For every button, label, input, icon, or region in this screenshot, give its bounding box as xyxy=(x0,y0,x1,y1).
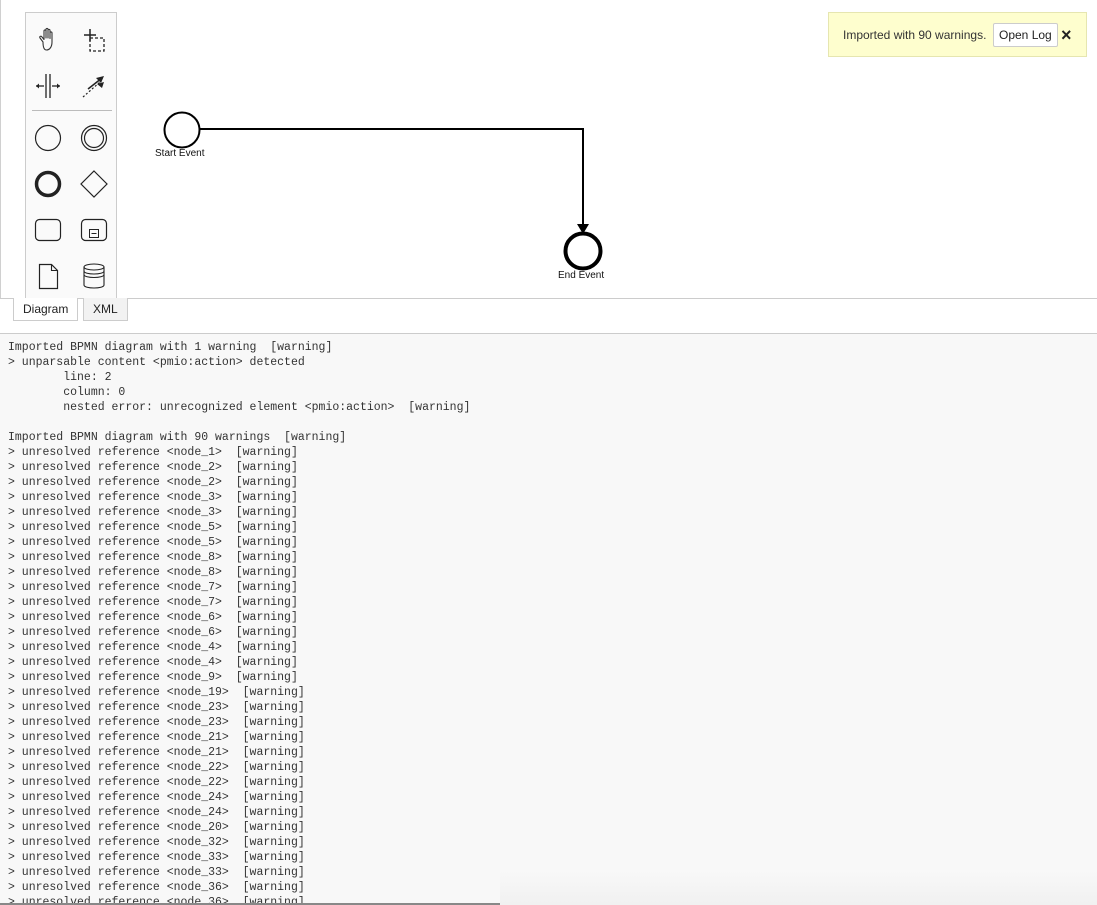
lasso-icon xyxy=(84,29,105,52)
log-line: > unresolved reference <node_4> [warning… xyxy=(8,656,298,669)
hand-tool[interactable] xyxy=(33,25,63,55)
log-line: > unresolved reference <node_1> [warning… xyxy=(8,446,298,459)
log-line: line: 2 xyxy=(8,371,112,384)
log-line: > unresolved reference <node_2> [warning… xyxy=(8,461,298,474)
notification-message: Imported with 90 warnings. xyxy=(843,28,987,42)
log-line: > unresolved reference <node_21> [warnin… xyxy=(8,731,305,744)
log-line: > unresolved reference <node_5> [warning… xyxy=(8,521,298,534)
start-event-label: Start Event xyxy=(155,148,205,159)
log-lines: Imported BPMN diagram with 1 warning [wa… xyxy=(0,334,1097,905)
intermediate-event-icon xyxy=(80,124,108,152)
log-line: > unresolved reference <node_3> [warning… xyxy=(8,491,298,504)
create-gateway[interactable] xyxy=(79,169,109,199)
log-line: column: 0 xyxy=(8,386,126,399)
palette-separator xyxy=(32,110,112,111)
log-line: > unresolved reference <node_9> [warning… xyxy=(8,671,298,684)
log-line: > unresolved reference <node_6> [warning… xyxy=(8,611,298,624)
log-line: Imported BPMN diagram with 90 warnings [… xyxy=(8,431,347,444)
log-line: > unresolved reference <node_5> [warning… xyxy=(8,536,298,549)
space-tool[interactable] xyxy=(33,71,63,101)
open-log-button[interactable]: Open Log xyxy=(993,23,1058,47)
start-event[interactable] xyxy=(162,111,202,151)
view-tabs: Diagram XML xyxy=(0,298,1097,334)
create-subprocess[interactable] xyxy=(79,215,109,245)
log-line: > unresolved reference <node_19> [warnin… xyxy=(8,686,305,699)
tab-diagram[interactable]: Diagram xyxy=(13,298,79,321)
create-end-event[interactable] xyxy=(33,169,63,199)
log-line: > unresolved reference <node_3> [warning… xyxy=(8,506,298,519)
space-icon xyxy=(36,74,60,98)
create-data-object[interactable] xyxy=(33,261,63,291)
log-line: > unresolved reference <node_2> [warning… xyxy=(8,476,298,489)
log-line: > unresolved reference <node_33> [warnin… xyxy=(8,851,305,864)
log-line: > unresolved reference <node_6> [warning… xyxy=(8,626,298,639)
create-task[interactable] xyxy=(33,215,63,245)
log-line: > unresolved reference <node_21> [warnin… xyxy=(8,746,305,759)
log-line: > unresolved reference <node_24> [warnin… xyxy=(8,791,305,804)
log-line: > unresolved reference <node_23> [warnin… xyxy=(8,701,305,714)
log-line: nested error: unrecognized element <pmio… xyxy=(8,401,471,414)
log-line: > unresolved reference <node_24> [warnin… xyxy=(8,806,305,819)
start-event-icon xyxy=(34,124,62,152)
lasso-tool[interactable] xyxy=(79,25,109,55)
data-object-icon xyxy=(38,263,59,290)
tool-palette xyxy=(25,12,117,298)
tab-xml[interactable]: XML xyxy=(83,298,128,321)
close-icon[interactable]: × xyxy=(1061,26,1072,44)
gateway-icon xyxy=(80,170,108,198)
log-line: > unresolved reference <node_7> [warning… xyxy=(8,596,298,609)
create-start-event[interactable] xyxy=(33,123,63,153)
log-line: > unparsable content <pmio:action> detec… xyxy=(8,356,305,369)
connect-icon xyxy=(82,76,104,98)
log-line: > unresolved reference <node_36> [warnin… xyxy=(8,881,305,894)
diagram-canvas[interactable]: Start Event End Event Imported with 90 w… xyxy=(0,0,1097,298)
hand-icon xyxy=(39,27,53,51)
log-line: > unresolved reference <node_22> [warnin… xyxy=(8,776,305,789)
log-line: > unresolved reference <node_22> [warnin… xyxy=(8,761,305,774)
end-event-icon xyxy=(34,170,62,198)
import-log: Imported BPMN diagram with 1 warning [wa… xyxy=(0,334,1097,905)
end-event-label: End Event xyxy=(558,270,605,281)
create-intermediate-event[interactable] xyxy=(79,123,109,153)
log-line: > unresolved reference <node_7> [warning… xyxy=(8,581,298,594)
log-line: > unresolved reference <node_8> [warning… xyxy=(8,566,298,579)
import-notification: Imported with 90 warnings. Open Log × xyxy=(828,12,1087,57)
end-event[interactable] xyxy=(562,231,606,273)
create-data-store[interactable] xyxy=(79,261,109,291)
data-store-icon xyxy=(83,263,105,289)
subprocess-icon xyxy=(80,218,108,242)
log-line: > unresolved reference <node_23> [warnin… xyxy=(8,716,305,729)
log-line: > unresolved reference <node_8> [warning… xyxy=(8,551,298,564)
log-line: > unresolved reference <node_20> [warnin… xyxy=(8,821,305,834)
log-line: > unresolved reference <node_4> [warning… xyxy=(8,641,298,654)
log-line: > unresolved reference <node_32> [warnin… xyxy=(8,836,305,849)
log-line: > unresolved reference <node_33> [warnin… xyxy=(8,866,305,879)
task-icon xyxy=(34,218,62,242)
log-line: Imported BPMN diagram with 1 warning [wa… xyxy=(8,341,333,354)
global-connect-tool[interactable] xyxy=(79,71,109,101)
